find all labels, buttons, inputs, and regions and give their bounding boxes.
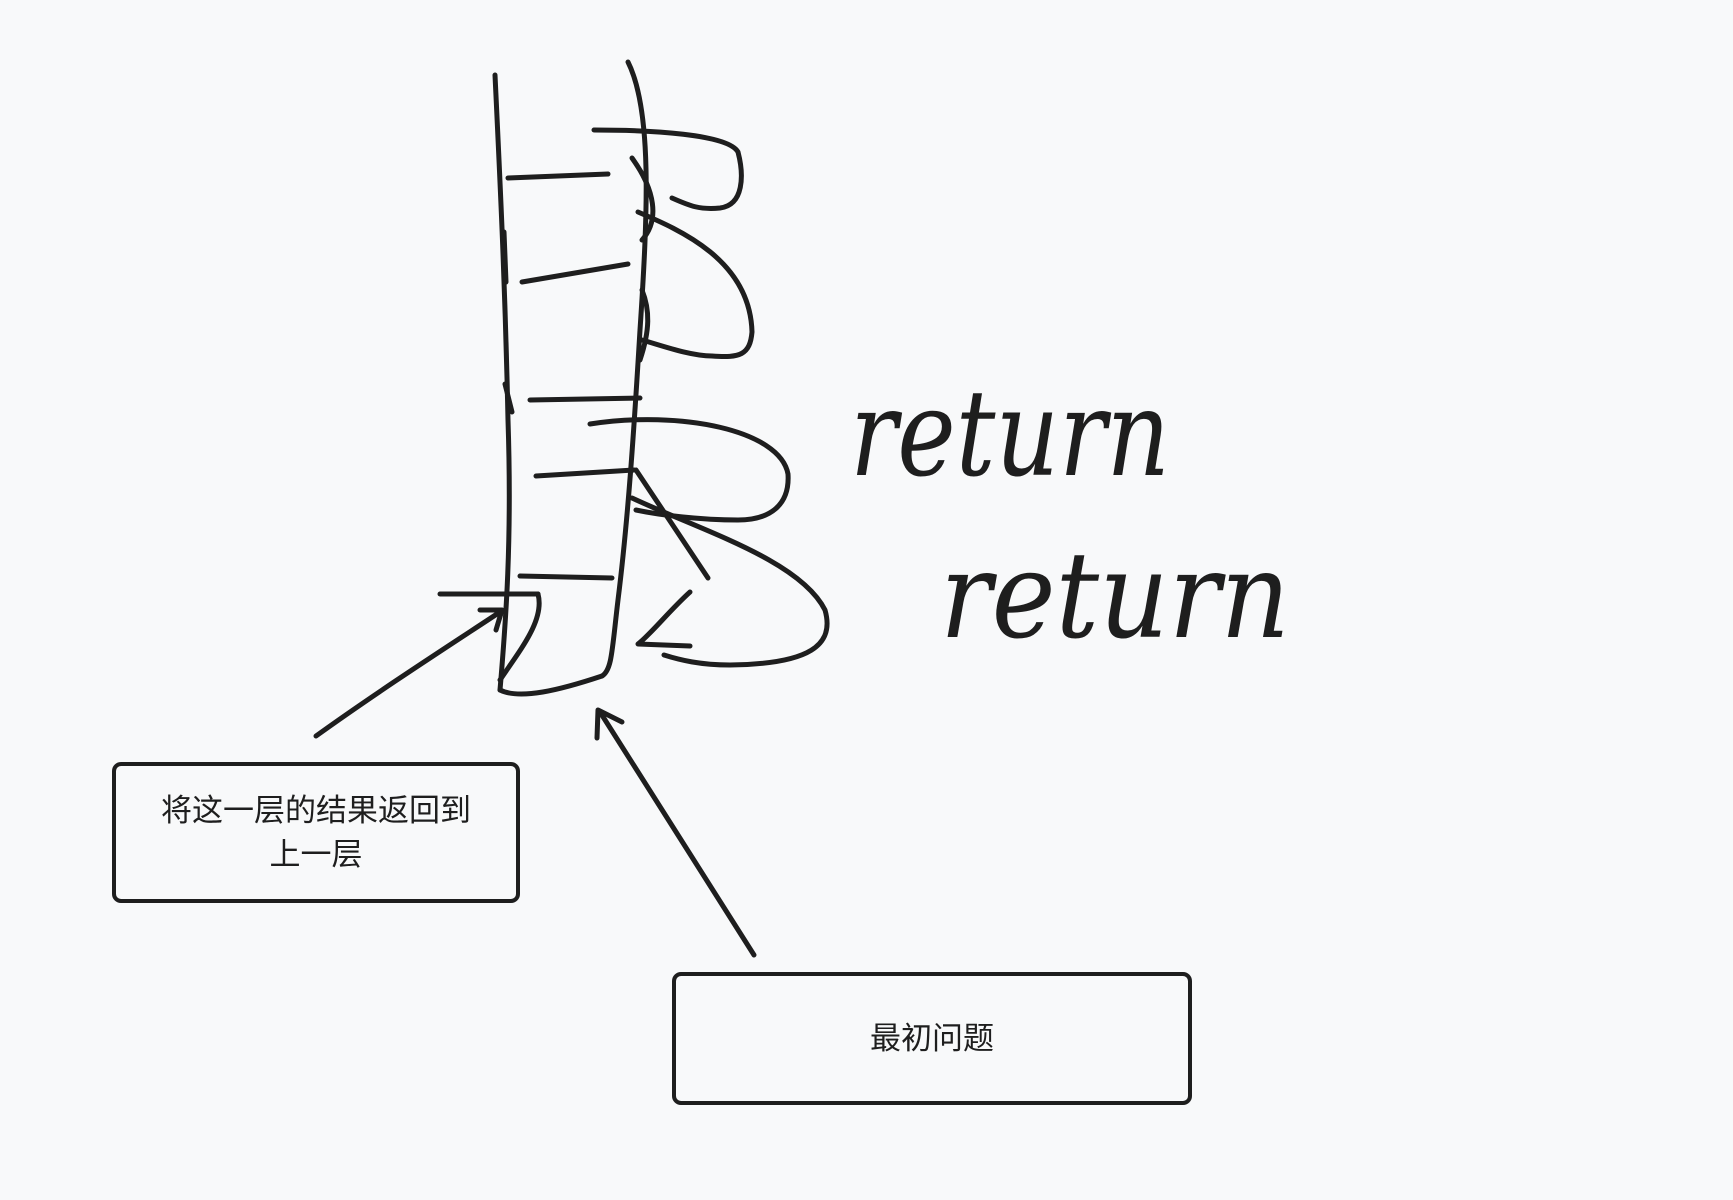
arrow-initial-problem xyxy=(597,709,757,958)
note-return-text: 将这一层的结果返回到上一层 xyxy=(161,792,471,873)
return-loop-2 xyxy=(635,209,755,359)
note-box-return[interactable]: 将这一层的结果返回到上一层 xyxy=(112,762,520,903)
handwriting-return-2: return xyxy=(940,527,1290,666)
left-hook xyxy=(501,229,509,285)
return-loop-4 xyxy=(629,495,830,668)
note-initial-text: 最初问题 xyxy=(870,1020,994,1057)
layer-separator xyxy=(527,395,643,403)
stack-bottom-curve xyxy=(497,673,605,697)
stack-right-line xyxy=(599,59,649,679)
note-box-initial[interactable]: 最初问题 xyxy=(672,972,1192,1105)
layer-separator xyxy=(517,573,615,581)
loop-connector xyxy=(635,589,693,649)
handwriting-return-1: return xyxy=(850,365,1170,504)
arrow-return-to-upper xyxy=(313,609,503,739)
return-loop-1 xyxy=(591,127,744,211)
layer-separator xyxy=(519,261,631,285)
stack-left-line xyxy=(492,72,512,693)
loop-connector xyxy=(629,155,656,243)
layer-separator xyxy=(533,467,637,479)
layer-separator xyxy=(505,171,611,181)
